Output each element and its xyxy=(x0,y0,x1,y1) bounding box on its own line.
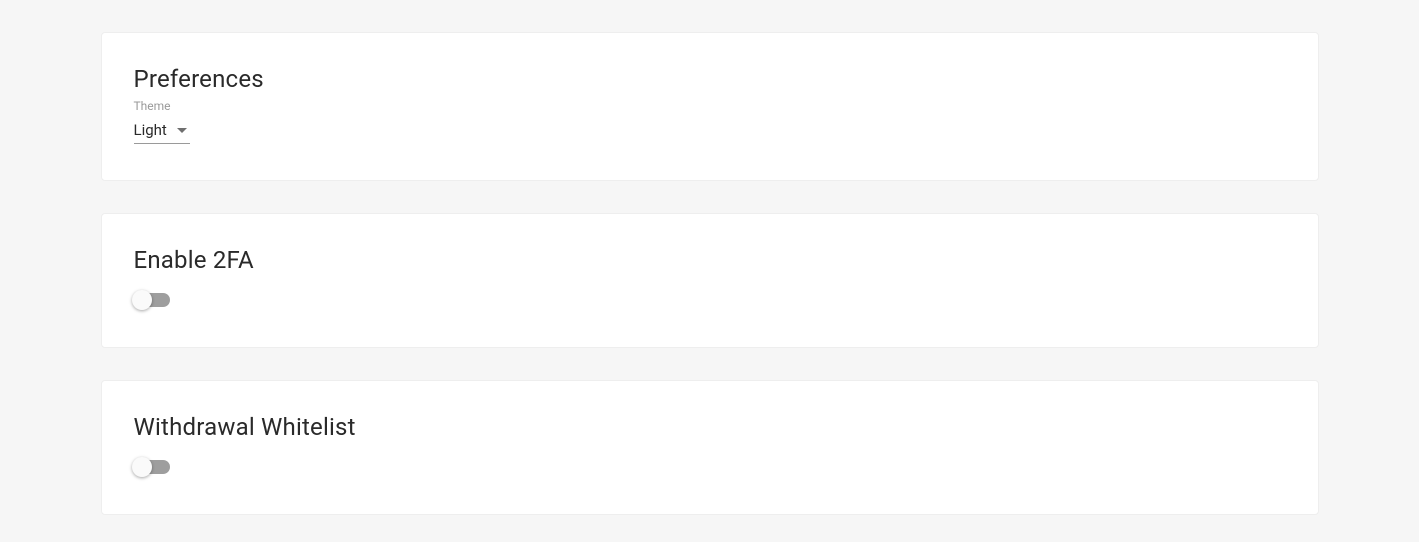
enable-2fa-toggle[interactable] xyxy=(134,293,170,307)
withdrawal-whitelist-toggle-wrap xyxy=(134,459,1286,478)
withdrawal-whitelist-title: Withdrawal Whitelist xyxy=(134,413,1286,441)
toggle-thumb xyxy=(132,290,152,310)
theme-select-value: Light xyxy=(134,121,167,139)
enable-2fa-card: Enable 2FA xyxy=(101,213,1319,348)
settings-container: Preferences Theme Light Enable 2FA Withd… xyxy=(101,32,1319,515)
enable-2fa-toggle-wrap xyxy=(134,292,1286,311)
enable-2fa-title: Enable 2FA xyxy=(134,246,1286,274)
theme-select[interactable]: Light xyxy=(134,117,190,144)
preferences-title: Preferences xyxy=(134,65,1286,93)
theme-field-label: Theme xyxy=(134,99,1286,113)
withdrawal-whitelist-toggle[interactable] xyxy=(134,460,170,474)
preferences-card: Preferences Theme Light xyxy=(101,32,1319,181)
withdrawal-whitelist-card: Withdrawal Whitelist xyxy=(101,380,1319,515)
toggle-thumb xyxy=(132,457,152,477)
chevron-down-icon xyxy=(177,128,187,133)
